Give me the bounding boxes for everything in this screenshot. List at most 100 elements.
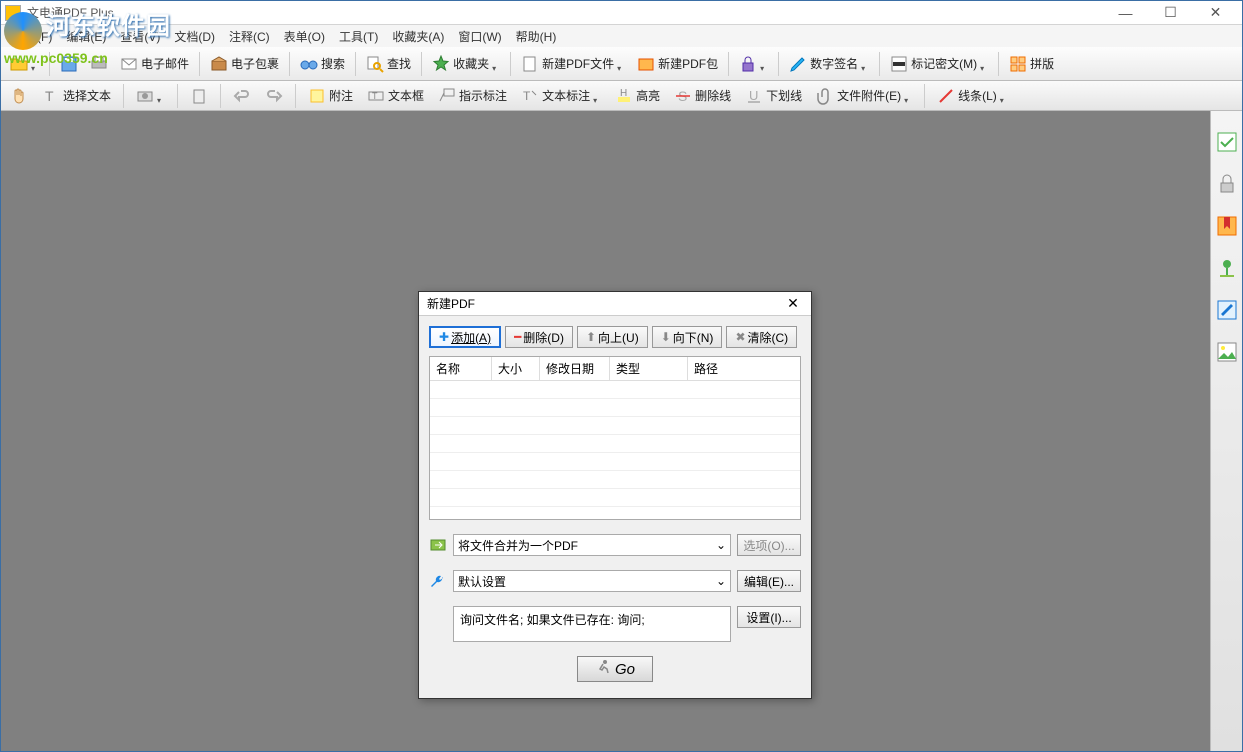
fileattach-button[interactable]: 文件附件(E) <box>811 84 917 108</box>
preset-select[interactable]: 默认设置⌄ <box>453 570 731 592</box>
merge-row: 将文件合并为一个PDF⌄ 选项(O)... <box>429 534 801 556</box>
info-text: 询问文件名; 如果文件已存在: 询问; <box>453 606 731 642</box>
side-lock-icon[interactable] <box>1216 173 1238 195</box>
menu-tools[interactable]: 工具(T) <box>333 26 384 47</box>
menu-form[interactable]: 表单(O) <box>278 26 331 47</box>
mark-button[interactable]: 标记密文(M) <box>885 52 993 76</box>
mark-label: 标记密文(M) <box>911 55 977 72</box>
table-row <box>430 399 800 417</box>
down-button[interactable]: ⬇向下(N) <box>652 326 723 348</box>
dialog-close-button[interactable]: ✕ <box>783 294 803 314</box>
underline-button[interactable]: U下划线 <box>740 84 807 108</box>
menu-edit[interactable]: 编辑(E) <box>60 26 112 47</box>
lock-icon <box>739 55 757 73</box>
settings-button[interactable]: 设置(I)... <box>737 606 801 628</box>
main-window: 文电通PDF Plus — ☐ ✕ 文件(F) 编辑(E) 查看(V) 文档(D… <box>0 0 1243 752</box>
add-button[interactable]: ✚添加(A) <box>429 326 501 348</box>
menu-comment[interactable]: 注释(C) <box>223 26 276 47</box>
minimize-button[interactable]: — <box>1103 2 1148 24</box>
callout-icon <box>438 87 456 105</box>
newpdf-label: 新建PDF文件 <box>542 55 614 72</box>
dropdown-icon <box>492 60 500 68</box>
highlight-icon: H <box>615 87 633 105</box>
textmark-icon: T <box>521 87 539 105</box>
highlight-button[interactable]: H高亮 <box>610 84 665 108</box>
find-icon <box>366 55 384 73</box>
search-label: 搜索 <box>321 55 345 72</box>
menu-help[interactable]: 帮助(H) <box>510 26 563 47</box>
secure-button[interactable] <box>734 52 773 76</box>
delete-button[interactable]: ━删除(D) <box>505 326 573 348</box>
merge-select[interactable]: 将文件合并为一个PDF⌄ <box>453 534 731 556</box>
side-edit-icon[interactable] <box>1216 299 1238 321</box>
callout-button[interactable]: 指示标注 <box>433 84 512 108</box>
col-name[interactable]: 名称 <box>430 357 492 380</box>
find-button[interactable]: 查找 <box>361 52 416 76</box>
up-button[interactable]: ⬆向上(U) <box>577 326 648 348</box>
textbox-button[interactable]: T 文本框 <box>362 84 429 108</box>
titlebar: 文电通PDF Plus — ☐ ✕ <box>1 1 1242 25</box>
col-size[interactable]: 大小 <box>492 357 540 380</box>
dropdown-icon <box>593 92 601 100</box>
open-button[interactable] <box>5 52 44 76</box>
menu-file[interactable]: 文件(F) <box>7 26 58 47</box>
newpdf-button[interactable]: 新建PDF文件 <box>516 52 630 76</box>
svg-text:U: U <box>749 88 758 103</box>
menu-fav[interactable]: 收藏夹(A) <box>386 26 450 47</box>
line-button[interactable]: 线条(L) <box>932 84 1013 108</box>
textmark-button[interactable]: T文本标注 <box>516 84 606 108</box>
sign-button[interactable]: 数字签名 <box>784 52 874 76</box>
menu-document[interactable]: 文档(D) <box>168 26 221 47</box>
clipboard-button[interactable] <box>185 84 213 108</box>
col-path[interactable]: 路径 <box>688 357 800 380</box>
hand-button[interactable] <box>5 84 33 108</box>
options-button[interactable]: 选项(O)... <box>737 534 801 556</box>
table-row <box>430 453 800 471</box>
dialog-body: ✚添加(A) ━删除(D) ⬆向上(U) ⬇向下(N) ✖清除(C) 名称 大小… <box>419 316 811 698</box>
dialog-button-row: ✚添加(A) ━删除(D) ⬆向上(U) ⬇向下(N) ✖清除(C) <box>429 326 801 348</box>
underline-icon: U <box>745 87 763 105</box>
go-button[interactable]: Go <box>577 656 653 682</box>
strike-button[interactable]: S删除线 <box>669 84 736 108</box>
hand-icon <box>10 87 28 105</box>
selecttext-button[interactable]: T选择文本 <box>37 84 116 108</box>
svg-text:T: T <box>372 91 378 101</box>
package-button[interactable]: 电子包裹 <box>205 52 284 76</box>
side-pin-icon[interactable] <box>1216 257 1238 279</box>
favorites-button[interactable]: 收藏夹 <box>427 52 505 76</box>
mail-icon <box>120 55 138 73</box>
clear-button[interactable]: ✖清除(C) <box>726 326 797 348</box>
dropdown-icon <box>157 92 165 100</box>
menubar: 文件(F) 编辑(E) 查看(V) 文档(D) 注释(C) 表单(O) 工具(T… <box>1 25 1242 47</box>
side-bookmark-icon[interactable] <box>1216 215 1238 237</box>
side-stamp-icon[interactable] <box>1216 131 1238 153</box>
maximize-button[interactable]: ☐ <box>1148 2 1193 24</box>
textbox-label: 文本框 <box>388 87 424 104</box>
close-button[interactable]: ✕ <box>1193 2 1238 24</box>
line-icon <box>937 87 955 105</box>
snapshot-button[interactable] <box>131 84 170 108</box>
print-button[interactable] <box>85 52 113 76</box>
search-button[interactable]: 搜索 <box>295 52 350 76</box>
newfile-icon <box>521 55 539 73</box>
edit-button[interactable]: 编辑(E)... <box>737 570 801 592</box>
menu-view[interactable]: 查看(V) <box>114 26 166 47</box>
clipboard-icon <box>190 87 208 105</box>
save-button[interactable] <box>55 52 83 76</box>
attach-button[interactable]: 附注 <box>303 84 358 108</box>
col-type[interactable]: 类型 <box>610 357 688 380</box>
runner-icon <box>595 659 611 679</box>
layout-button[interactable]: 拼版 <box>1004 52 1059 76</box>
side-panel <box>1210 111 1242 751</box>
undo-button[interactable] <box>228 84 256 108</box>
col-date[interactable]: 修改日期 <box>540 357 610 380</box>
file-table: 名称 大小 修改日期 类型 路径 <box>429 356 801 520</box>
menu-window[interactable]: 窗口(W) <box>452 26 507 47</box>
side-image-icon[interactable] <box>1216 341 1238 363</box>
newpkg-button[interactable]: 新建PDF包 <box>632 52 723 76</box>
table-body[interactable] <box>430 381 800 519</box>
app-icon <box>5 5 21 21</box>
email-button[interactable]: 电子邮件 <box>115 52 194 76</box>
redo-button[interactable] <box>260 84 288 108</box>
dropdown-icon <box>760 60 768 68</box>
